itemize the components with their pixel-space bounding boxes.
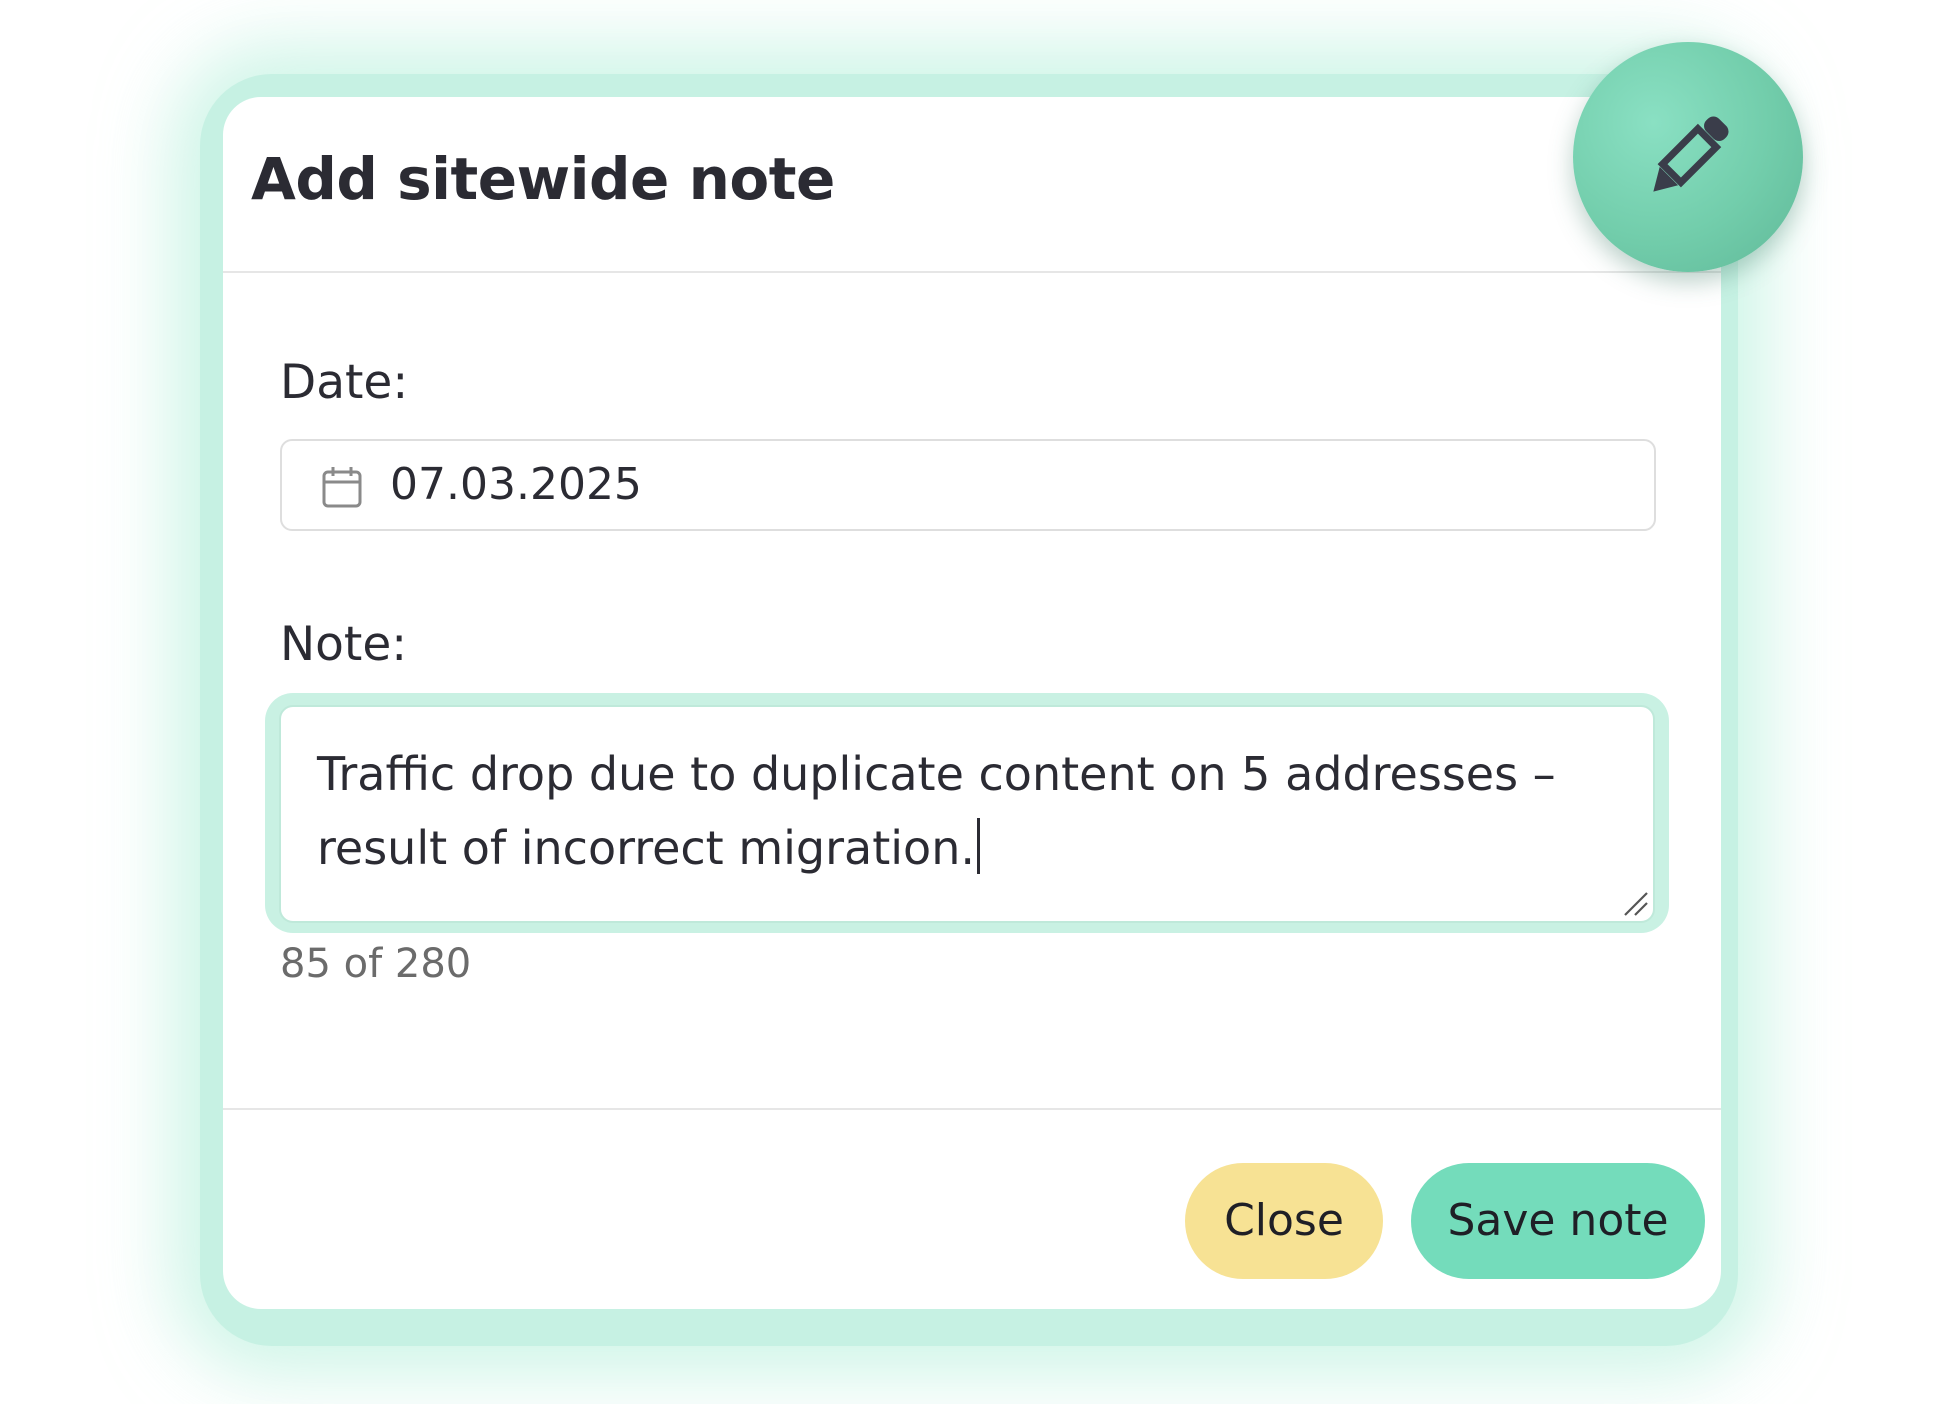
pencil-icon [1653,116,1729,192]
resize-handle-icon[interactable] [1621,889,1649,917]
date-input[interactable]: 07.03.2025 [280,439,1656,531]
stage: Add sitewide note Date: 07.03.2025 Note:… [0,0,1936,1404]
note-text-content: Traffic drop due to duplicate content on… [317,737,1637,885]
character-counter: 85 of 280 [280,941,472,987]
date-value: 07.03.2025 [390,459,642,510]
dialog-title: Add sitewide note [251,145,835,213]
save-note-button[interactable]: Save note [1411,1163,1705,1279]
text-caret [976,818,980,874]
note-text: Traffic drop due to duplicate content on… [317,747,1556,875]
dialog-header: Add sitewide note [223,97,1721,273]
edit-fab-button[interactable] [1573,42,1803,272]
calendar-icon[interactable] [320,465,364,509]
add-note-dialog: Add sitewide note Date: 07.03.2025 Note:… [223,97,1721,1309]
note-textarea[interactable]: Traffic drop due to duplicate content on… [279,705,1655,923]
close-button[interactable]: Close [1185,1163,1383,1279]
date-label: Date: [280,355,409,410]
note-label: Note: [280,617,408,672]
footer-divider [223,1108,1721,1110]
